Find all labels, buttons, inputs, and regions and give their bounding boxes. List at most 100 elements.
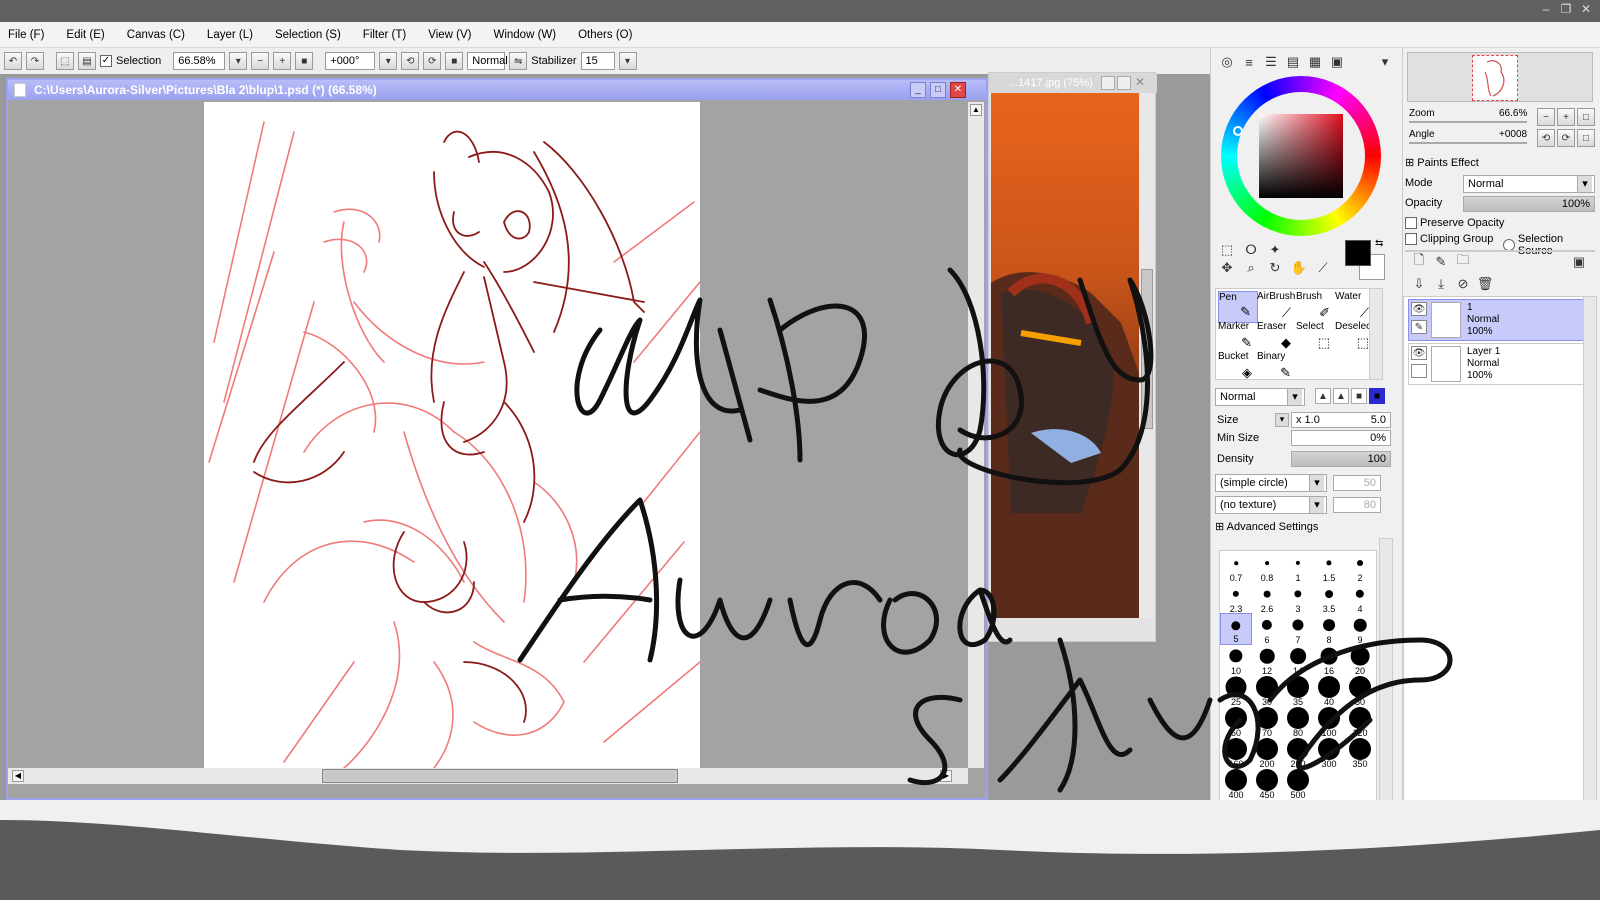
brush-size-16[interactable]: 16 bbox=[1313, 644, 1345, 676]
new-folder-icon[interactable]: 🗀 bbox=[1455, 252, 1471, 270]
brush-size-80[interactable]: 80 bbox=[1282, 706, 1314, 738]
size-field[interactable]: x 1.0 5.0 bbox=[1291, 412, 1391, 428]
reference-window[interactable]: ...1417.jpg (75%) ✕ bbox=[988, 72, 1157, 642]
nav-rotate-right-button[interactable]: ⟳ bbox=[1557, 129, 1575, 147]
delete-layer-icon[interactable]: 🗑 bbox=[1477, 276, 1494, 292]
brush-size-1[interactable]: 1 bbox=[1282, 551, 1314, 583]
layer-row[interactable]: 👁 ✎ 1 Normal 100% bbox=[1408, 299, 1590, 341]
zoom-in-button[interactable]: + bbox=[273, 52, 292, 70]
hue-marker[interactable] bbox=[1233, 126, 1243, 136]
brush-size-500[interactable]: 500 bbox=[1282, 768, 1314, 800]
brush-size-400[interactable]: 400 bbox=[1220, 768, 1252, 800]
brush-size-20[interactable]: 20 bbox=[1344, 644, 1376, 676]
scroll-right-icon[interactable]: ▶ bbox=[940, 770, 952, 782]
lasso-icon[interactable]: ⵔ bbox=[1243, 242, 1259, 258]
flip-canvas-button[interactable]: ⇋ bbox=[509, 52, 528, 70]
swap-colors-icon[interactable]: ⇆ bbox=[1375, 238, 1383, 249]
menu-selection[interactable]: Selection (S) bbox=[275, 29, 341, 41]
tool-airbrush[interactable]: AirBrush ⟋ bbox=[1257, 291, 1297, 323]
menu-others[interactable]: Others (O) bbox=[578, 29, 632, 41]
brush-size-70[interactable]: 70 bbox=[1251, 706, 1283, 738]
reference-minimize-icon[interactable] bbox=[1101, 76, 1115, 90]
color-wheel-tab-icon[interactable]: ◎ bbox=[1219, 54, 1235, 70]
transfer-down-icon[interactable]: ⇩ bbox=[1411, 276, 1427, 292]
layer-row[interactable]: 👁 Layer 1 Normal 100% bbox=[1408, 343, 1590, 385]
min-size-field[interactable]: 0% bbox=[1291, 430, 1391, 446]
redo-button[interactable]: ↷ bbox=[26, 52, 44, 70]
clear-layer-icon[interactable]: ⊘ bbox=[1455, 276, 1471, 292]
lock-icon[interactable] bbox=[1411, 364, 1427, 378]
deselect-button[interactable]: ⬚ bbox=[56, 52, 74, 70]
merge-down-icon[interactable]: ⤓ bbox=[1433, 276, 1449, 292]
tool-brush[interactable]: Brush ✐ bbox=[1296, 291, 1336, 323]
zoom-dropdown-icon[interactable]: ▾ bbox=[229, 52, 248, 70]
brush-size-2.6[interactable]: 2.6 bbox=[1251, 582, 1283, 614]
reference-close-icon[interactable]: ✕ bbox=[1135, 75, 1145, 89]
menu-filter[interactable]: Filter (T) bbox=[363, 29, 406, 41]
brush-size-14[interactable]: 14 bbox=[1282, 644, 1314, 676]
selection-checkbox[interactable]: ✓ bbox=[100, 55, 112, 67]
new-layer-icon[interactable]: 🗋 bbox=[1411, 252, 1427, 270]
nav-zoom-reset-button[interactable]: □ bbox=[1577, 108, 1595, 126]
brush-size-25[interactable]: 25 bbox=[1220, 675, 1252, 707]
brush-size-3.5[interactable]: 3.5 bbox=[1313, 582, 1345, 614]
brush-size-8[interactable]: 8 bbox=[1313, 613, 1345, 645]
brush-size-4[interactable]: 4 bbox=[1344, 582, 1376, 614]
menu-canvas[interactable]: Canvas (C) bbox=[127, 29, 185, 41]
reference-title[interactable]: ...1417.jpg (75%) bbox=[989, 73, 1157, 93]
close-icon[interactable]: ✕ bbox=[1576, 2, 1596, 18]
brush-size-6[interactable]: 6 bbox=[1251, 613, 1283, 645]
brush-texture-dropdown[interactable]: (no texture) bbox=[1215, 496, 1327, 514]
edge-medium-icon[interactable]: ▲ bbox=[1333, 388, 1349, 404]
brush-size-350[interactable]: 350 bbox=[1344, 737, 1376, 769]
hand-icon[interactable]: ✋ bbox=[1291, 260, 1307, 276]
density-field[interactable]: 100 bbox=[1291, 451, 1391, 467]
canvas-close-icon[interactable]: ✕ bbox=[950, 82, 966, 98]
brush-size-9[interactable]: 9 bbox=[1344, 613, 1376, 645]
brush-size-10[interactable]: 10 bbox=[1220, 644, 1252, 676]
tool-bucket[interactable]: Bucket ◈ bbox=[1218, 351, 1258, 383]
tool-binary[interactable]: Binary ✎ bbox=[1257, 351, 1297, 383]
brush-size-0.7[interactable]: 0.7 bbox=[1220, 551, 1252, 583]
menu-edit[interactable]: Edit (E) bbox=[66, 29, 104, 41]
rotate-reset-button[interactable]: ■ bbox=[445, 52, 464, 70]
navigator-viewport[interactable] bbox=[1472, 55, 1518, 101]
paints-effect-toggle[interactable]: ⊞ Paints Effect bbox=[1405, 156, 1479, 169]
menu-file[interactable]: File (F) bbox=[8, 29, 44, 41]
brush-size-7[interactable]: 7 bbox=[1282, 613, 1314, 645]
layer-opacity-field[interactable]: 100% bbox=[1463, 196, 1595, 212]
canvas-horizontal-scrollbar[interactable]: ◀ ▶ bbox=[8, 768, 968, 784]
scratchpad-tab-icon[interactable]: ▣ bbox=[1329, 54, 1345, 70]
eyedropper-icon[interactable]: ⟋ bbox=[1315, 260, 1331, 276]
rotate-right-button[interactable]: ⟳ bbox=[423, 52, 442, 70]
brush-size-100[interactable]: 100 bbox=[1313, 706, 1345, 738]
brush-size-scrollbar[interactable] bbox=[1379, 538, 1393, 810]
hsv-slider-tab-icon[interactable]: ☰ bbox=[1263, 54, 1279, 70]
nav-zoom-in-button[interactable]: + bbox=[1557, 108, 1575, 126]
brush-size-35[interactable]: 35 bbox=[1282, 675, 1314, 707]
advanced-settings-toggle[interactable]: ⊞ Advanced Settings bbox=[1215, 520, 1318, 533]
brush-size-300[interactable]: 300 bbox=[1313, 737, 1345, 769]
reference-vertical-scrollbar[interactable] bbox=[1139, 93, 1155, 618]
undo-button[interactable]: ↶ bbox=[4, 52, 22, 70]
layer-mode-dropdown[interactable]: Normal bbox=[1463, 175, 1595, 193]
horizontal-scroll-thumb[interactable] bbox=[322, 769, 678, 783]
rotation-field[interactable]: +000° bbox=[325, 52, 376, 70]
brush-texture-value[interactable]: 80 bbox=[1333, 497, 1381, 513]
stabilizer-dropdown-icon[interactable]: ▾ bbox=[618, 52, 637, 70]
nav-zoom-slider[interactable] bbox=[1409, 121, 1527, 123]
brush-size-0.8[interactable]: 0.8 bbox=[1251, 551, 1283, 583]
magic-wand-icon[interactable]: ✦ bbox=[1267, 242, 1283, 258]
scroll-up-icon[interactable]: ▲ bbox=[970, 104, 982, 116]
size-multiplier-dropdown-icon[interactable]: ▾ bbox=[1275, 413, 1289, 427]
canvas-window[interactable]: C:\Users\Aurora-Silver\Pictures\Bla 2\bl… bbox=[6, 78, 988, 800]
navigator-preview[interactable] bbox=[1407, 52, 1593, 102]
zoom-icon[interactable]: ⌕ bbox=[1243, 260, 1259, 276]
canvas-minimize-icon[interactable]: _ bbox=[910, 82, 926, 98]
minimize-icon[interactable]: – bbox=[1536, 2, 1556, 18]
canvas-paper[interactable] bbox=[204, 102, 700, 768]
nav-zoom-out-button[interactable]: − bbox=[1537, 108, 1555, 126]
rotate-icon[interactable]: ↻ bbox=[1267, 260, 1283, 276]
view-mode-field[interactable]: Normal bbox=[467, 52, 508, 70]
tool-pen[interactable]: Pen ✎ bbox=[1218, 291, 1258, 323]
